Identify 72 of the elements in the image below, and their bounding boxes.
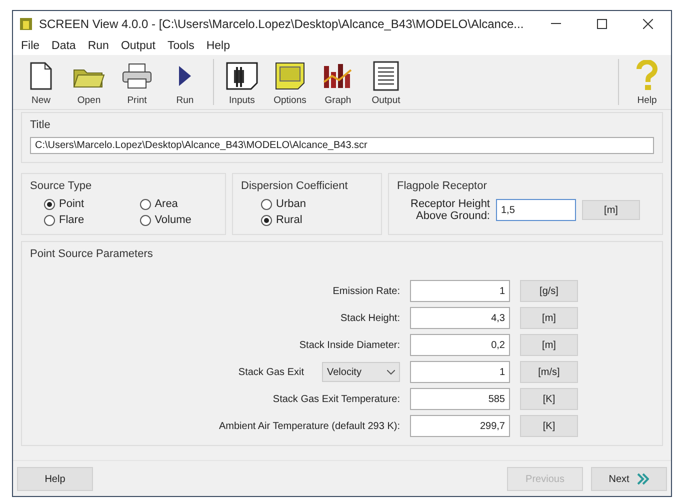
grid-sheet-icon — [274, 61, 306, 91]
radio-button[interactable] — [44, 214, 55, 226]
receptor-height-field[interactable]: 1,5 — [496, 199, 576, 221]
help-button[interactable]: Help — [17, 467, 93, 491]
toolbar-button[interactable]: Graph — [314, 55, 362, 109]
group-title: Dispersion Coefficient — [241, 180, 348, 192]
bar-chart-icon — [322, 62, 354, 90]
toolbar-button[interactable]: Run — [161, 55, 209, 109]
toolbar-button[interactable]: Print — [113, 55, 161, 109]
minimize-icon — [551, 23, 561, 25]
unit-button[interactable]: [m] — [520, 307, 578, 329]
window-title: SCREEN View 4.0.0 - [C:\Users\Marcelo.Lopez\Desktop\Alcance_B43\MODELO\Alcance... — [39, 17, 525, 31]
toolbar-button[interactable]: Help — [623, 55, 671, 109]
value-field[interactable]: 1 — [410, 361, 510, 383]
close-icon — [643, 19, 653, 29]
new-file-icon — [28, 62, 54, 90]
play-icon — [178, 64, 192, 88]
double-chevron-icon — [637, 473, 650, 485]
parameter-label: Stack Inside Diameter: — [299, 340, 400, 350]
radio-option[interactable]: Area — [140, 198, 217, 210]
menu-item[interactable]: File — [15, 40, 46, 52]
value-field[interactable]: 4,3 — [410, 307, 510, 329]
toolbar-button[interactable]: Open — [65, 55, 113, 109]
parameter-label: Stack Height: — [340, 312, 400, 324]
text-document-icon — [373, 61, 399, 91]
unit-button[interactable]: [m] — [520, 334, 578, 356]
menu-item[interactable]: Run — [82, 40, 115, 52]
unit-button[interactable]: [K] — [520, 415, 578, 437]
help-icon — [635, 60, 659, 92]
document-icon — [225, 61, 259, 91]
value-field[interactable]: 1 — [410, 280, 510, 302]
radio-option[interactable]: Volume — [140, 214, 217, 226]
title-field[interactable]: C:\Users\Marcelo.Lopez\Desktop\Alcance_B43\MODELO\Alcance_B43.scr — [30, 137, 654, 154]
printer-icon — [121, 62, 153, 90]
group-title: Source Type — [30, 180, 92, 192]
radio-option[interactable]: Rural — [261, 214, 373, 226]
parameter-label: Stack Gas Exit — [238, 366, 304, 378]
value-field[interactable]: 0,2 — [410, 334, 510, 356]
group-title: Flagpole Receptor — [397, 180, 487, 192]
parameter-label: Ambient Air Temperature (default 293 K): — [218, 420, 400, 432]
menu-item[interactable]: Data — [46, 40, 82, 52]
unit-button[interactable]: [m] — [582, 200, 640, 220]
menu-item[interactable]: Output — [114, 40, 162, 52]
radio-button[interactable] — [140, 198, 151, 210]
toolbar-button[interactable]: New — [17, 55, 65, 109]
parameter-label: Stack Gas Exit Temperature: — [272, 394, 400, 404]
value-field[interactable]: 585 — [410, 388, 510, 410]
toolbar-button[interactable]: Inputs — [218, 55, 266, 109]
menu-item[interactable]: Help — [200, 40, 236, 52]
chevron-icon — [387, 370, 395, 374]
unit-button[interactable]: [g/s] — [520, 280, 578, 302]
toolbar-button[interactable]: Options — [266, 55, 314, 109]
maximize-icon — [597, 19, 607, 29]
radio-button[interactable] — [261, 198, 272, 210]
radio-option[interactable]: Urban — [261, 198, 373, 210]
parameter-label: Emission Rate: — [332, 286, 400, 296]
radio-button[interactable] — [140, 214, 151, 226]
radio-option[interactable]: Flare — [44, 214, 110, 226]
field-label: Receptor Height Above Ground: — [410, 198, 490, 222]
unit-button[interactable]: [K] — [520, 388, 578, 410]
radio-button[interactable] — [261, 214, 272, 226]
group-title: Point Source Parameters — [30, 248, 153, 260]
value-field[interactable]: 299,7 — [410, 415, 510, 437]
next-button[interactable]: Next — [591, 467, 667, 491]
radio-option[interactable]: Point — [44, 198, 110, 210]
menu-item[interactable]: Tools — [161, 40, 200, 52]
dropdown[interactable]: Velocity — [322, 362, 400, 382]
unit-button[interactable]: [m/s] — [520, 361, 578, 383]
app-icon — [19, 17, 33, 31]
group-title: Title — [30, 119, 50, 131]
toolbar-button[interactable]: Output — [362, 55, 410, 109]
radio-button[interactable] — [44, 198, 55, 210]
